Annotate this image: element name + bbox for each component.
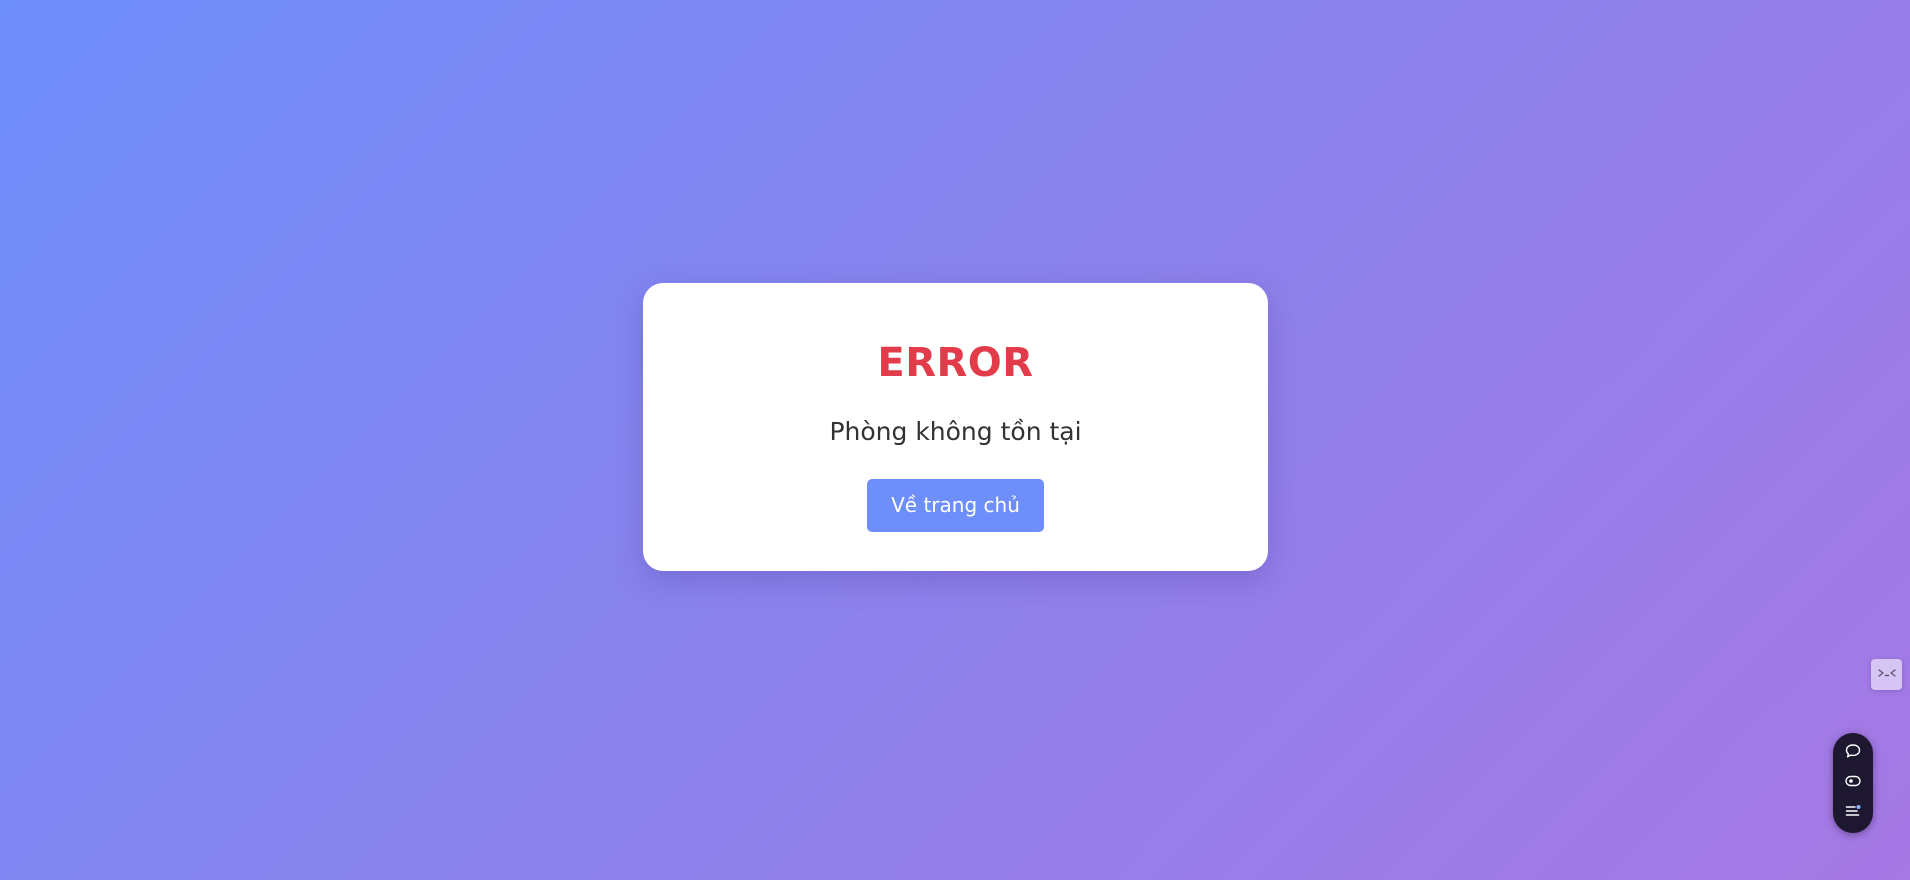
- menu-button[interactable]: [1843, 803, 1863, 823]
- error-title: ERROR: [877, 340, 1034, 386]
- error-card: ERROR Phòng không tồn tại Về trang chủ: [643, 283, 1268, 571]
- eye-icon: [1844, 772, 1862, 794]
- list-icon: [1844, 802, 1862, 824]
- face-icon: [1876, 665, 1898, 684]
- view-button[interactable]: [1843, 773, 1863, 793]
- home-button[interactable]: Về trang chủ: [867, 479, 1044, 532]
- chat-button[interactable]: [1843, 743, 1863, 763]
- side-tab[interactable]: [1871, 659, 1902, 690]
- chat-icon: [1844, 742, 1862, 764]
- floating-toolbar: [1833, 733, 1873, 833]
- error-message: Phòng không tồn tại: [829, 417, 1082, 446]
